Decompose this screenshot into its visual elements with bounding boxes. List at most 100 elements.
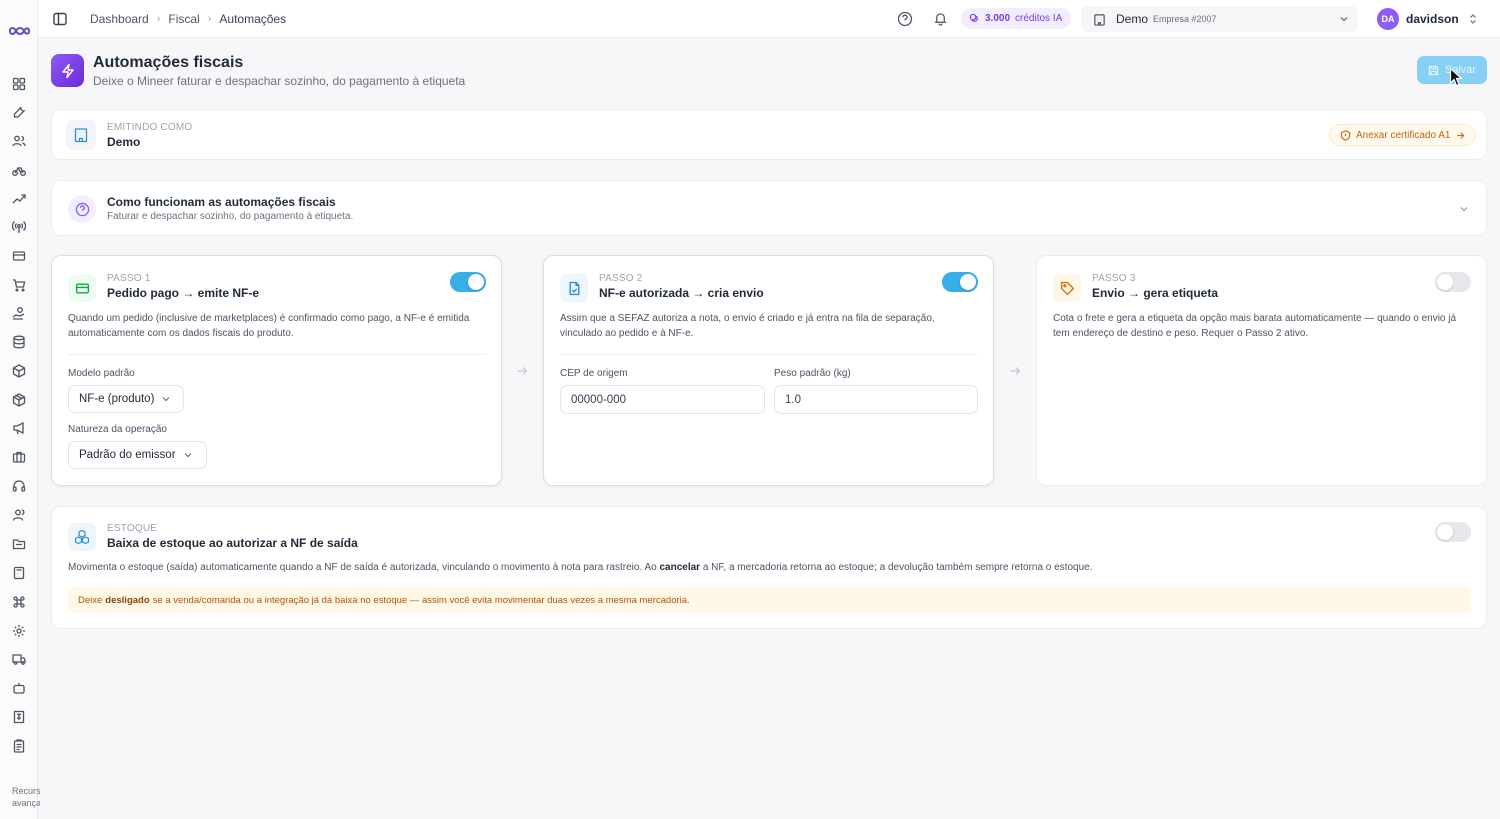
attach-certificate-button[interactable]: Anexar certificado A1 xyxy=(1329,124,1476,146)
arrow-right-icon xyxy=(517,367,528,375)
step-1-card: PASSO 1 Pedido pago → emite NF-e Quando … xyxy=(51,255,502,486)
step-3-eyebrow: PASSO 3 xyxy=(1092,273,1136,284)
brand-logo[interactable] xyxy=(7,22,31,40)
cart-icon[interactable] xyxy=(12,278,26,292)
avatar: DA xyxy=(1377,8,1399,30)
command-icon[interactable] xyxy=(12,595,26,609)
step-3-toggle[interactable] xyxy=(1435,272,1471,292)
bot-icon[interactable] xyxy=(12,681,26,695)
weight-input[interactable]: 1.0 xyxy=(774,385,978,414)
top-bar: Dashboard › Fiscal › Automações 3.000 cr… xyxy=(38,0,1500,38)
how-description: Faturar e despachar sozinho, do pagament… xyxy=(107,211,354,222)
briefcase-icon[interactable] xyxy=(12,450,26,464)
user-menu[interactable]: DA davidson xyxy=(1377,6,1478,32)
help-circle-icon xyxy=(68,195,96,223)
contacts-icon[interactable] xyxy=(12,508,26,522)
emitter-card: EMITINDO COMO Demo Anexar certificado A1 xyxy=(51,109,1487,160)
step-3-title: Envio → gera etiqueta xyxy=(1092,286,1219,300)
sidebar-footer-label[interactable]: Recursos avançados xyxy=(12,785,40,809)
file-check-icon xyxy=(560,274,588,302)
chevron-down-icon xyxy=(184,453,191,458)
step-2-card: PASSO 2 NF-e autorizada → cria envio Ass… xyxy=(543,255,994,486)
step-1-description: Quando um pedido (inclusive de marketpla… xyxy=(68,313,470,339)
users-icon[interactable] xyxy=(12,134,26,148)
breadcrumb-dashboard[interactable]: Dashboard xyxy=(90,12,149,26)
credit-card-icon xyxy=(68,274,96,302)
ai-credits-badge[interactable]: 3.000 créditos IA xyxy=(961,8,1072,29)
emitter-name: Demo xyxy=(107,135,141,149)
divider xyxy=(68,354,486,355)
sidebar: Recursos avançados xyxy=(0,0,40,819)
credits-value: 3.000 xyxy=(985,13,1011,24)
chevron-down-icon xyxy=(162,397,170,402)
nature-label: Natureza da operação xyxy=(68,424,167,435)
step-1-toggle[interactable] xyxy=(450,272,486,292)
model-select[interactable]: NF-e (produto) xyxy=(68,385,184,413)
wrench-icon[interactable] xyxy=(12,105,26,119)
company-name: Demo xyxy=(1116,12,1149,26)
cep-input[interactable]: 00000-000 xyxy=(560,385,765,414)
stock-card: ESTOQUE Baixa de estoque ao autorizar a … xyxy=(51,506,1487,629)
chevron-down-icon[interactable] xyxy=(1458,203,1470,215)
bell-icon[interactable] xyxy=(933,11,948,26)
broadcast-icon[interactable] xyxy=(12,220,26,234)
chevron-right-icon: › xyxy=(207,13,212,25)
settings-icon[interactable] xyxy=(12,624,26,638)
step-3-description: Cota o frete e gera a etiqueta da opção … xyxy=(1053,313,1457,339)
truck-icon[interactable] xyxy=(12,652,26,666)
divider xyxy=(560,354,978,355)
database-icon[interactable] xyxy=(12,335,26,349)
stock-eyebrow: ESTOQUE xyxy=(107,523,158,534)
nature-value: Padrão do emissor xyxy=(79,449,176,461)
clipboard-icon[interactable] xyxy=(12,739,26,753)
arrow-right-icon xyxy=(1456,131,1464,139)
cep-label: CEP de origem xyxy=(560,368,628,379)
company-id: Empresa #2007 xyxy=(1153,14,1217,24)
megaphone-icon[interactable] xyxy=(12,421,26,435)
card-icon[interactable] xyxy=(12,249,26,263)
user-name: davidson xyxy=(1406,12,1459,26)
coins-icon xyxy=(969,13,978,22)
boxes-icon xyxy=(68,523,96,551)
help-icon[interactable] xyxy=(897,11,913,27)
model-value: NF-e (produto) xyxy=(79,393,155,405)
breadcrumb-fiscal[interactable]: Fiscal xyxy=(168,12,199,26)
receipt-icon[interactable] xyxy=(12,710,26,724)
lightning-icon xyxy=(51,54,84,87)
mouse-cursor-icon xyxy=(1449,67,1463,87)
step-1-eyebrow: PASSO 1 xyxy=(107,273,151,284)
trend-icon[interactable] xyxy=(12,192,26,206)
how-title: Como funcionam as automações fiscais xyxy=(107,195,336,209)
dashboard-icon[interactable] xyxy=(12,77,26,91)
stock-toggle[interactable] xyxy=(1435,522,1471,542)
sidebar-toggle-icon[interactable] xyxy=(52,11,68,27)
box-icon[interactable] xyxy=(12,364,26,378)
building-icon xyxy=(1094,13,1105,26)
step-2-eyebrow: PASSO 2 xyxy=(599,273,643,284)
step-2-description: Assim que a SEFAZ autoriza a nota, o env… xyxy=(560,313,935,339)
step-2-title: NF-e autorizada → cria envio xyxy=(599,286,764,300)
nature-select[interactable]: Padrão do emissor xyxy=(68,441,207,469)
chevron-down-icon xyxy=(1340,17,1348,22)
bike-icon[interactable] xyxy=(12,163,26,177)
tag-icon xyxy=(1053,274,1081,302)
chevron-up-down-icon xyxy=(1469,14,1476,24)
hand-coin-icon[interactable] xyxy=(12,306,26,320)
step-2-toggle[interactable] xyxy=(942,272,978,292)
page-subtitle: Deixe o Mineer faturar e despachar sozin… xyxy=(93,74,466,88)
calculator-icon[interactable] xyxy=(12,566,26,580)
emitter-eyebrow: EMITINDO COMO xyxy=(107,122,193,133)
stock-title: Baixa de estoque ao autorizar a NF de sa… xyxy=(107,536,358,550)
package-icon[interactable] xyxy=(12,393,26,407)
arrow-right-icon xyxy=(1010,367,1021,375)
shield-alert-icon xyxy=(1340,129,1351,141)
stock-description: Movimenta o estoque (saída) automaticame… xyxy=(68,562,1093,573)
breadcrumb-current: Automações xyxy=(219,12,287,26)
folder-icon[interactable] xyxy=(12,537,26,551)
headset-icon[interactable] xyxy=(12,479,26,493)
step-3-card: PASSO 3 Envio → gera etiqueta Cota o fre… xyxy=(1036,255,1487,486)
how-it-works-accordion[interactable]: Como funcionam as automações fiscais Fat… xyxy=(51,180,1487,236)
company-selector[interactable]: Demo Empresa #2007 xyxy=(1081,6,1358,32)
credits-label: créditos IA xyxy=(1015,13,1063,24)
weight-label: Peso padrão (kg) xyxy=(774,368,851,379)
